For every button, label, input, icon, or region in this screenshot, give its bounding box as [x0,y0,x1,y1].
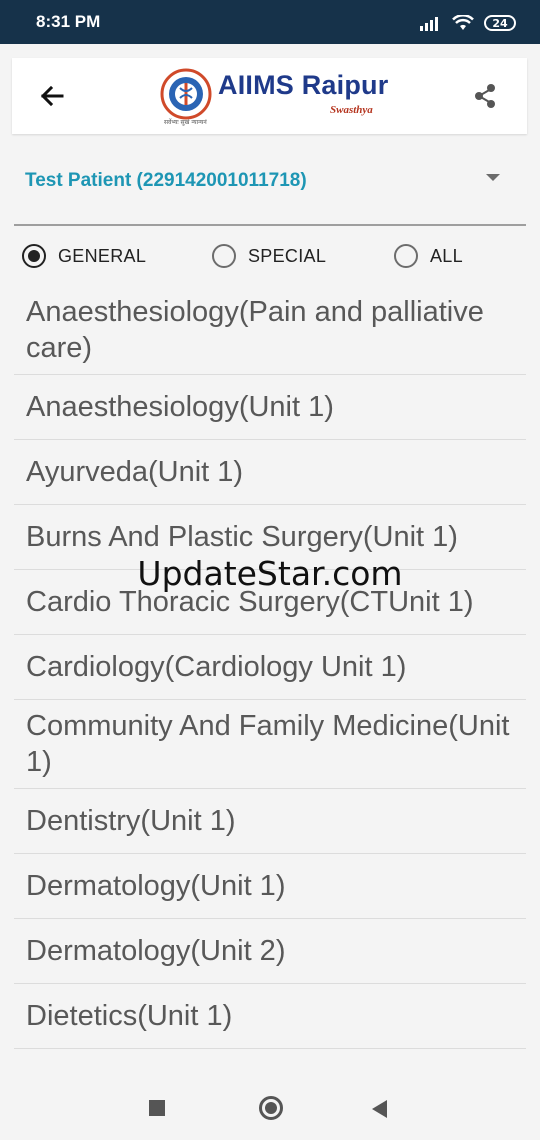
department-list: Anaesthesiology(Pain and palliative care… [14,286,526,1049]
list-item[interactable]: Ayurveda(Unit 1) [14,440,526,505]
patient-select[interactable]: Test Patient (229142001011718) [14,160,526,226]
list-item[interactable]: Community And Family Medicine(Unit 1) [14,700,526,789]
radio-label: SPECIAL [248,245,327,266]
radio-checked-icon[interactable] [22,244,46,268]
radio-unchecked-icon[interactable] [394,244,418,268]
back-arrow-icon[interactable] [36,80,68,112]
logo-tagline: सर्वेभ्यः सुखं न्यान्यनं [164,119,207,126]
radio-label: GENERAL [58,245,147,266]
list-item[interactable]: Anaesthesiology(Unit 1) [14,375,526,440]
back-icon[interactable] [372,1100,387,1118]
radio-special[interactable]: SPECIAL [212,240,326,272]
list-item[interactable]: Cardiology(Cardiology Unit 1) [14,635,526,700]
department-filter: GENERAL SPECIAL ALL [22,240,522,272]
list-item[interactable]: Dentistry(Unit 1) [14,789,526,854]
wifi-icon [452,15,474,30]
list-item[interactable]: Anaesthesiology(Pain and palliative care… [14,286,526,375]
list-item[interactable]: Dietetics(Unit 1) [14,984,526,1049]
status-icons: 24 [420,12,516,34]
logo-title: AIIMS Raipur [218,70,389,100]
status-bar: 8:31 PM 24 [0,0,540,44]
app-header: AIIMS Raipur Swasthya सर्वेभ्यः सुखं न्य… [12,58,527,134]
aiims-emblem-icon [160,68,212,120]
recents-icon[interactable] [149,1100,165,1116]
radio-unchecked-icon[interactable] [212,244,236,268]
battery-icon: 24 [484,15,516,31]
patient-selected-value: Test Patient (229142001011718) [25,170,307,191]
battery-level: 24 [492,16,508,30]
list-item[interactable]: Dermatology(Unit 2) [14,919,526,984]
radio-general[interactable]: GENERAL [22,240,146,272]
logo-subtitle: Swasthya [330,104,373,116]
signal-icon [420,17,438,31]
list-item[interactable]: Dermatology(Unit 1) [14,854,526,919]
system-nav-bar [0,1076,540,1140]
aiims-logo: AIIMS Raipur Swasthya सर्वेभ्यः सुखं न्य… [160,66,400,128]
list-item[interactable]: Cardio Thoracic Surgery(CTUnit 1) [14,570,526,635]
dropdown-arrow-icon[interactable] [486,174,500,181]
list-item[interactable]: Burns And Plastic Surgery(Unit 1) [14,505,526,570]
radio-label: ALL [430,245,463,266]
radio-all[interactable]: ALL [394,240,463,272]
status-time: 8:31 PM [36,12,101,31]
home-icon[interactable] [259,1096,283,1120]
share-icon[interactable] [471,82,499,110]
